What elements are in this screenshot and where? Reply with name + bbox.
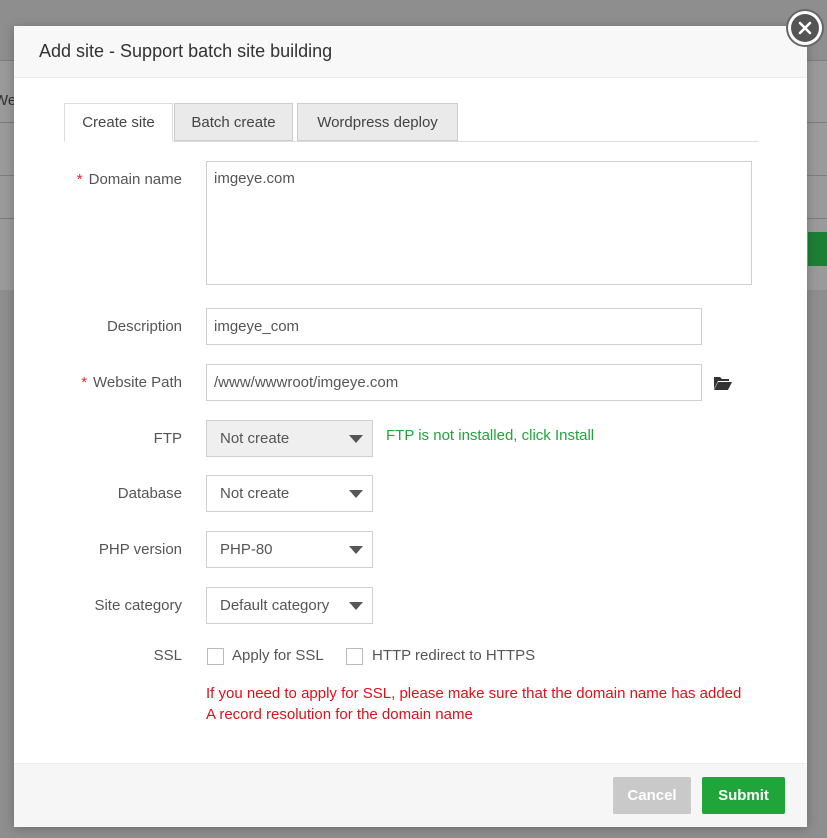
website-path-input[interactable]: /www/wwwroot/imgeye.com xyxy=(206,364,702,401)
chevron-down-icon xyxy=(349,435,363,443)
apply-ssl-label[interactable]: Apply for SSL xyxy=(232,647,324,664)
dialog-footer: Cancel Submit xyxy=(14,763,807,827)
database-label-text: Database xyxy=(117,485,182,502)
description-label: Description xyxy=(107,318,182,335)
https-redirect-checkbox[interactable] xyxy=(346,648,363,665)
submit-button-label: Submit xyxy=(718,787,769,804)
site-category-label: Site category xyxy=(94,597,182,614)
description-value: imgeye_com xyxy=(214,318,300,335)
domain-label: * Domain name xyxy=(77,171,182,188)
dialog-header: Add site - Support batch site building xyxy=(14,26,807,78)
php-version-label-text: PHP version xyxy=(98,541,182,558)
apply-ssl-checkbox[interactable] xyxy=(207,648,224,665)
ftp-label-text: FTP xyxy=(153,430,182,447)
ssl-warning-text: If you need to apply for SSL, please mak… xyxy=(206,685,742,723)
tab-wordpress-deploy[interactable]: Wordpress deploy xyxy=(297,103,458,141)
ssl-label-text: SSL xyxy=(153,647,182,664)
required-marker: * xyxy=(81,374,88,391)
database-selected-value: Not create xyxy=(220,485,290,502)
tab-label: Create site xyxy=(82,114,155,131)
domain-value: imgeye.com xyxy=(214,170,295,187)
domain-label-text: Domain name xyxy=(88,171,182,188)
php-version-selected-value: PHP-80 xyxy=(220,541,273,558)
chevron-down-icon xyxy=(349,546,363,554)
website-path-label: * Website Path xyxy=(81,374,182,391)
website-path-label-text: Website Path xyxy=(93,374,182,391)
tab-label: Wordpress deploy xyxy=(317,113,438,131)
chevron-down-icon xyxy=(349,602,363,610)
tab-create-site[interactable]: Create site xyxy=(64,103,173,142)
cancel-button[interactable]: Cancel xyxy=(613,777,691,814)
dialog-title: Add site - Support batch site building xyxy=(39,41,333,61)
database-select[interactable]: Not create xyxy=(206,475,373,512)
required-marker: * xyxy=(76,171,83,188)
ftp-install-link[interactable]: FTP is not installed, click Install xyxy=(386,427,594,444)
cancel-button-label: Cancel xyxy=(627,787,677,804)
description-label-text: Description xyxy=(106,318,182,335)
add-site-dialog: Add site - Support batch site building C… xyxy=(14,26,807,827)
close-icon xyxy=(791,14,819,42)
https-redirect-label[interactable]: HTTP redirect to HTTPS xyxy=(372,647,535,664)
tab-batch-create[interactable]: Batch create xyxy=(174,103,293,141)
close-dialog-button[interactable] xyxy=(788,11,822,45)
background-green-button xyxy=(808,232,827,266)
site-category-selected-value: Default category xyxy=(220,597,330,614)
site-category-label-text: Site category xyxy=(94,597,182,614)
submit-button[interactable]: Submit xyxy=(702,777,785,814)
php-version-label: PHP version xyxy=(99,541,182,558)
chevron-down-icon xyxy=(349,490,363,498)
ssl-label: SSL xyxy=(154,647,182,664)
description-input[interactable]: imgeye_com xyxy=(206,308,702,345)
database-label: Database xyxy=(118,485,182,502)
ftp-select[interactable]: Not create xyxy=(206,420,373,457)
site-category-select[interactable]: Default category xyxy=(206,587,373,624)
php-version-select[interactable]: PHP-80 xyxy=(206,531,373,568)
website-path-value: /www/wwwroot/imgeye.com xyxy=(214,374,399,391)
domain-textarea[interactable]: imgeye.com xyxy=(206,161,752,285)
tab-label: Batch create xyxy=(191,113,276,131)
folder-open-icon[interactable] xyxy=(713,375,733,391)
ftp-label: FTP xyxy=(154,430,182,447)
tab-bar: Create site Batch create Wordpress deplo… xyxy=(64,103,758,142)
ftp-selected-value: Not create xyxy=(220,430,290,447)
